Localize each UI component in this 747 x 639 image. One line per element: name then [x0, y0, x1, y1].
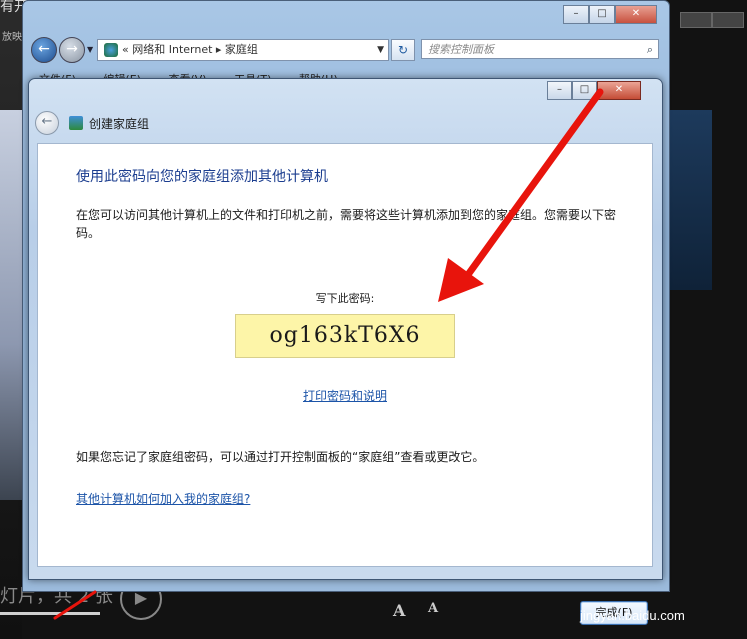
- background-maximize-button[interactable]: [712, 12, 744, 28]
- print-password-link: 打印密码和说明: [38, 387, 652, 404]
- dialog-content: 使用此密码向您的家庭组添加其他计算机 在您可以访问其他计算机上的文件和打印机之前…: [37, 143, 653, 625]
- search-icon[interactable]: ⌕: [647, 40, 653, 60]
- create-homegroup-dialog: – □ ✕ ← 创建家庭组 使用此密码向您的家庭组添加其他计算机 在您可以访问其…: [28, 78, 663, 625]
- background-progress-bar: [0, 612, 100, 615]
- background-menu-slideshow: 放映: [2, 32, 22, 43]
- dialog-title: 创建家庭组: [89, 116, 150, 131]
- maximize-button[interactable]: □: [589, 5, 615, 24]
- background-minimize-button[interactable]: [680, 12, 712, 28]
- close-button[interactable]: ✕: [615, 5, 657, 24]
- baidu-watermark-url: jingyan.baidu.com: [580, 608, 685, 623]
- minimize-button[interactable]: –: [563, 5, 589, 24]
- address-breadcrumb: « 网络和 Internet ▸ 家庭组: [122, 43, 258, 56]
- dialog-minimize-button[interactable]: –: [547, 81, 572, 100]
- address-row: ← → ▼ « 网络和 Internet ▸ 家庭组 ▼ ↻ 搜索控制面板 ⌕: [29, 37, 661, 63]
- dialog-window-controls: – □ ✕: [547, 81, 641, 100]
- search-input[interactable]: 搜索控制面板 ⌕: [421, 39, 659, 59]
- font-increase-icon[interactable]: A: [393, 601, 405, 620]
- history-dropdown-icon[interactable]: ▼: [87, 45, 93, 54]
- background-slide-panel: [668, 110, 712, 290]
- password-display: og163kT6X6: [235, 314, 455, 358]
- homegroup-icon: [69, 116, 83, 130]
- print-password-link-text[interactable]: 打印密码和说明: [303, 389, 387, 403]
- window-controls: – □ ✕: [563, 5, 657, 24]
- description-text: 在您可以访问其他计算机上的文件和打印机之前，需要将这些计算机添加到您的家庭组。您…: [76, 208, 617, 240]
- page-heading: 使用此密码向您的家庭组添加其他计算机: [76, 169, 328, 185]
- address-dropdown-icon[interactable]: ▼: [377, 40, 384, 60]
- dialog-maximize-button[interactable]: □: [572, 81, 597, 100]
- dialog-close-button[interactable]: ✕: [597, 81, 641, 100]
- dialog-header: ← 创建家庭组: [35, 109, 149, 137]
- back-icon[interactable]: ←: [35, 111, 59, 135]
- refresh-icon[interactable]: ↻: [391, 39, 415, 61]
- address-bar[interactable]: « 网络和 Internet ▸ 家庭组 ▼: [97, 39, 389, 61]
- password-label: 写下此密码:: [315, 292, 375, 305]
- search-placeholder: 搜索控制面板: [428, 43, 494, 56]
- forward-arrow-icon[interactable]: →: [59, 37, 85, 63]
- network-icon: [104, 43, 118, 57]
- join-homegroup-link[interactable]: 其他计算机如何加入我的家庭组?: [76, 490, 250, 507]
- forgot-password-text: 如果您忘记了家庭组密码，可以通过打开控制面板的“家庭组”查看或更改它。: [76, 450, 485, 464]
- background-slide-thumbnail: [0, 110, 22, 500]
- back-arrow-icon[interactable]: ←: [31, 37, 57, 63]
- font-decrease-icon[interactable]: A: [428, 601, 438, 616]
